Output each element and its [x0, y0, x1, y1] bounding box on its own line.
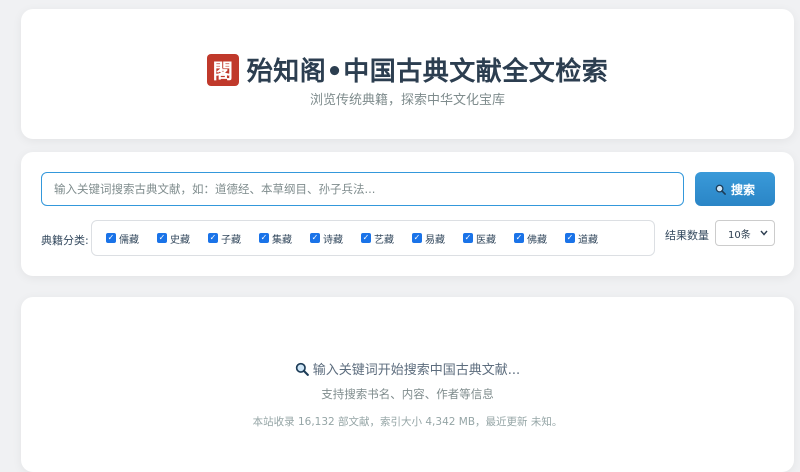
category-label: 典籍分类:	[41, 234, 89, 247]
checkbox-checked-icon[interactable]: ✓	[259, 233, 269, 243]
search-icon	[715, 184, 726, 195]
checkbox-checked-icon[interactable]: ✓	[463, 233, 473, 243]
search-button[interactable]: 搜索	[695, 172, 775, 206]
logo-icon: 閣	[206, 53, 239, 86]
header-card: 閣 殆知阁•中国古典文献全文检索 浏览传统典籍，探索中华文化宝库	[21, 9, 794, 139]
category-checkbox-shi2cang[interactable]: ✓ 诗藏	[310, 231, 361, 246]
result-count-select[interactable]: 10条	[715, 220, 775, 246]
results-prompt: 输入关键词开始搜索中国古典文献...	[312, 363, 521, 378]
search-input[interactable]	[41, 172, 684, 206]
category-checkbox-yi2cang[interactable]: ✓ 易藏	[412, 231, 463, 246]
page-title: 殆知阁•中国古典文献全文检索	[246, 57, 609, 87]
checkbox-checked-icon[interactable]: ✓	[310, 233, 320, 243]
checkbox-checked-icon[interactable]: ✓	[412, 233, 422, 243]
category-checkbox-shicang[interactable]: ✓ 史藏	[157, 231, 208, 246]
category-filter: ✓ 儒藏 ✓ 史藏 ✓ 子藏 ✓ 集藏 ✓ 诗藏 ✓ 艺藏 ✓ 易藏 ✓ 医藏 ✓ 佛藏 ✓ 道藏	[91, 220, 655, 256]
results-hint: 支持搜索书名、内容、作者等信息	[321, 387, 494, 401]
category-checkbox-daocang[interactable]: ✓ 道藏	[565, 231, 616, 246]
checkbox-checked-icon[interactable]: ✓	[208, 233, 218, 243]
category-checkbox-focang[interactable]: ✓ 佛藏	[514, 231, 565, 246]
checkbox-checked-icon[interactable]: ✓	[514, 233, 524, 243]
checkbox-checked-icon[interactable]: ✓	[157, 233, 167, 243]
search-button-label: 搜索	[730, 182, 755, 197]
checkbox-checked-icon[interactable]: ✓	[361, 233, 371, 243]
page-subtitle: 浏览传统典籍，探索中华文化宝库	[309, 93, 505, 108]
category-checkbox-yicang[interactable]: ✓ 艺藏	[361, 231, 412, 246]
result-count-value: 10条	[728, 229, 751, 241]
category-checkbox-zicang[interactable]: ✓ 子藏	[208, 231, 259, 246]
magnifier-icon	[295, 362, 309, 376]
search-card: 搜索 典籍分类: ✓儒藏 ✓史藏 ✓子藏 ✓集藏 ✓诗藏 ✓艺藏 ✓易藏 ✓医藏…	[21, 152, 794, 276]
category-checkbox-yi3cang[interactable]: ✓ 医藏	[463, 231, 514, 246]
site-stats: 本站收录 16,132 部文献，索引大小 4,342 MB，最近更新 未知。	[252, 416, 563, 428]
results-card: 输入关键词开始搜索中国古典文献... 支持搜索书名、内容、作者等信息 本站收录 …	[21, 297, 794, 472]
chevron-down-icon	[760, 230, 768, 236]
checkbox-checked-icon[interactable]: ✓	[565, 233, 575, 243]
checkbox-checked-icon[interactable]: ✓	[106, 233, 116, 243]
results-placeholder: 输入关键词开始搜索中国古典文献...	[21, 359, 794, 378]
category-checkbox-rucang[interactable]: ✓ 儒藏	[106, 231, 157, 246]
category-checkbox-jicang[interactable]: ✓ 集藏	[259, 231, 310, 246]
title-row: 閣 殆知阁•中国古典文献全文检索	[21, 51, 794, 88]
result-count-label: 结果数量	[665, 229, 709, 242]
